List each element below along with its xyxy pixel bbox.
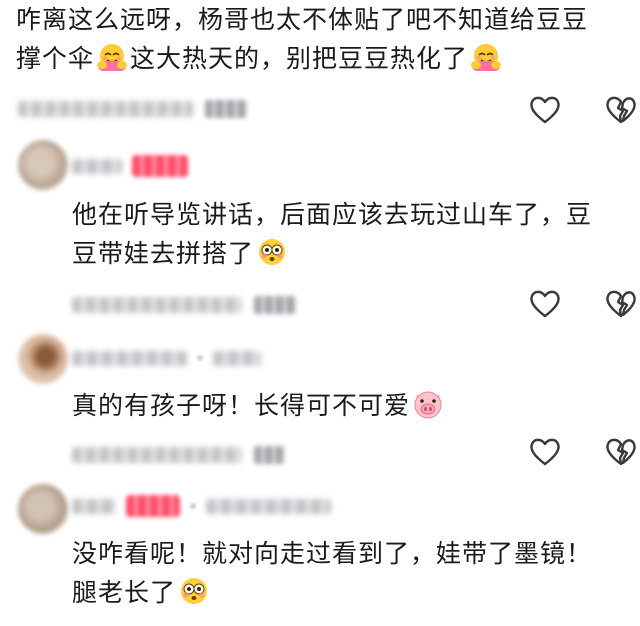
comment-2-line-2: 豆带娃去拼搭了	[72, 234, 638, 273]
comment-2-author-row	[72, 154, 188, 178]
comment-1-line-2: 撑个伞 这大热天的，别把豆豆热化了	[16, 39, 636, 78]
comment-4-avatar[interactable]	[18, 484, 68, 534]
comment-3-reply-button[interactable]	[254, 446, 284, 464]
comment-1-like-button[interactable]	[528, 94, 562, 126]
comment-4-author-row	[72, 494, 331, 518]
hugging-face-icon	[96, 41, 128, 73]
comment-1-text: 咋离这么远呀，杨哥也太不体贴了吧不知道给豆豆 撑个伞 这大热天的，别把豆豆热化了	[16, 0, 636, 78]
comment-4-author-name[interactable]	[72, 498, 116, 514]
heart-outline-icon	[530, 96, 560, 124]
comment-2-meta	[72, 296, 296, 314]
comment-3-text: 真的有孩子呀！长得可不可爱	[72, 386, 638, 425]
comment-1-timestamp	[18, 101, 193, 117]
comment-2-text: 他在听导览讲话，后面应该去玩过山车了，豆 豆带娃去拼搭了	[72, 195, 638, 273]
comment-2-author-name[interactable]	[72, 158, 122, 174]
heart-outline-icon	[530, 438, 560, 466]
comment-3-line-1: 真的有孩子呀！长得可不可爱	[72, 386, 638, 425]
comment-1-line-1: 咋离这么远呀，杨哥也太不体贴了吧不知道给豆豆	[16, 5, 589, 34]
hugging-face-icon	[470, 41, 502, 73]
comment-3-reply-target[interactable]	[213, 350, 261, 366]
comment-1-meta	[18, 100, 247, 118]
comment-2-like-button[interactable]	[528, 288, 562, 320]
heart-outline-icon	[530, 290, 560, 318]
pig-face-icon	[412, 388, 444, 420]
comment-3-dislike-button[interactable]	[604, 436, 638, 468]
comment-2-dislike-button[interactable]	[604, 288, 638, 320]
broken-heart-outline-icon	[606, 96, 636, 124]
flushed-face-icon	[256, 236, 288, 268]
comment-4-line-2: 腿老长了	[72, 573, 638, 612]
separator-dot	[197, 355, 203, 361]
comment-3-timestamp	[72, 447, 242, 463]
comment-3-avatar[interactable]	[18, 334, 68, 384]
comment-4-author-badge	[126, 495, 180, 517]
comment-3-like-button[interactable]	[528, 436, 562, 468]
broken-heart-outline-icon	[606, 290, 636, 318]
comment-2-line-1: 他在听导览讲话，后面应该去玩过山车了，豆	[72, 200, 593, 229]
comment-3-author-row	[72, 346, 261, 370]
flushed-face-icon	[178, 575, 210, 607]
comment-2-timestamp	[72, 297, 242, 313]
comment-2-reply-button[interactable]	[254, 296, 296, 314]
broken-heart-outline-icon	[606, 438, 636, 466]
comment-2-author-badge	[132, 155, 188, 177]
comment-3-author-name[interactable]	[72, 350, 187, 366]
comment-4-text: 没咋看呢！就对向走过看到了，娃带了墨镜！ 腿老长了	[72, 534, 638, 612]
comment-1-reply-button[interactable]	[205, 100, 247, 118]
comment-2-avatar[interactable]	[18, 140, 68, 190]
comment-3-meta	[72, 446, 284, 464]
comment-1-dislike-button[interactable]	[604, 94, 638, 126]
separator-dot	[190, 503, 196, 509]
comment-4-line-1: 没咋看呢！就对向走过看到了，娃带了墨镜！	[72, 539, 593, 568]
comment-4-reply-target[interactable]	[206, 498, 331, 514]
